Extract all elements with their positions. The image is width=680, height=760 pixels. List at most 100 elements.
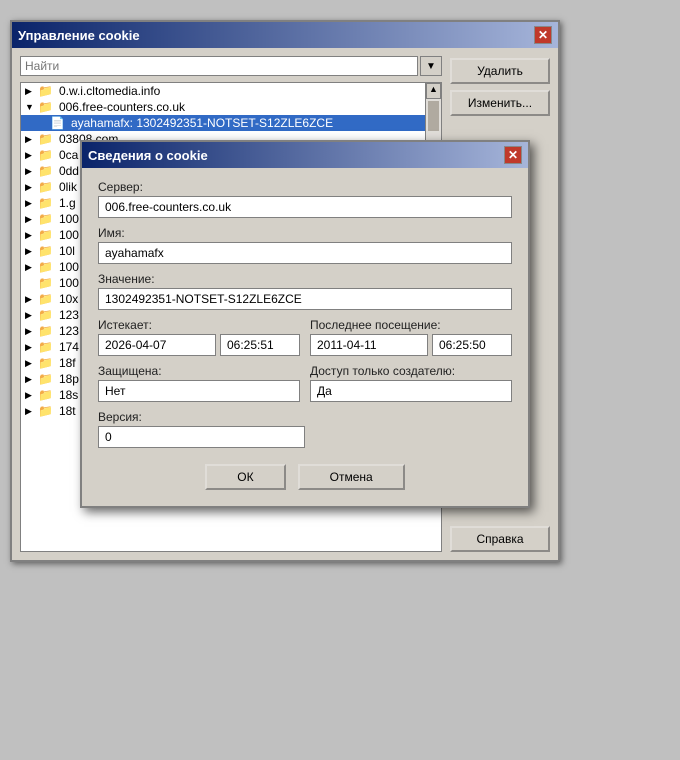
tree-arrow-icon: ▶ <box>25 390 35 401</box>
last-visit-inputs <box>310 334 512 356</box>
folder-icon: 📁 <box>38 180 53 194</box>
tree-item-label: 100 <box>59 276 79 290</box>
dialog-buttons: ОК Отмена <box>98 464 512 490</box>
tree-arrow-icon: ▶ <box>25 134 35 145</box>
folder-icon: 📁 <box>38 100 53 114</box>
change-button[interactable]: Изменить... <box>450 90 550 116</box>
name-input[interactable] <box>98 242 512 264</box>
version-group: Версия: <box>98 410 305 448</box>
dates-row: Истекает: Последнее посещение: <box>98 318 512 356</box>
tree-arrow-icon: ▶ <box>25 214 35 225</box>
folder-icon: 📁 <box>38 292 53 306</box>
tree-arrow-icon: ▶ <box>25 86 35 97</box>
server-input[interactable] <box>98 196 512 218</box>
tree-arrow-icon: ▶ <box>25 166 35 177</box>
last-visit-group: Последнее посещение: <box>310 318 512 356</box>
last-visit-date-input[interactable] <box>310 334 428 356</box>
cookie-title-bar: Сведения о cookie ✕ <box>82 142 528 168</box>
main-close-button[interactable]: ✕ <box>534 26 552 44</box>
tree-arrow-icon: ▶ <box>25 246 35 257</box>
version-input[interactable] <box>98 426 305 448</box>
secure-row: Защищена: Доступ только создателю: <box>98 364 512 402</box>
server-field-group: Сервер: <box>98 180 512 218</box>
search-bar: ▼ <box>20 56 442 76</box>
tree-item-label: 18p <box>59 372 79 386</box>
tree-item-label: 18t <box>59 404 76 418</box>
tree-item[interactable]: 📄 ayahamafx: 1302492351-NOTSET-S12ZLE6ZCE <box>21 115 425 131</box>
tree-item[interactable]: ▶📁 0.w.i.cltomedia.info <box>21 83 425 99</box>
tree-item-label: 100 <box>59 260 79 274</box>
delete-button[interactable]: Удалить <box>450 58 550 84</box>
cancel-button[interactable]: Отмена <box>298 464 405 490</box>
search-dropdown-button[interactable]: ▼ <box>420 56 442 76</box>
tree-arrow-icon: ▶ <box>25 294 35 305</box>
scroll-thumb[interactable] <box>428 101 439 131</box>
folder-icon: 📁 <box>38 372 53 386</box>
tree-arrow-icon: ▶ <box>25 262 35 273</box>
tree-item-label: 0.w.i.cltomedia.info <box>59 84 160 98</box>
tree-arrow-icon: ▶ <box>25 230 35 241</box>
folder-icon: 📁 <box>38 276 53 290</box>
folder-icon: 📁 <box>38 244 53 258</box>
tree-arrow-icon: ▶ <box>25 182 35 193</box>
main-dialog-title: Управление cookie <box>18 28 140 43</box>
main-title-bar: Управление cookie ✕ <box>12 22 558 48</box>
tree-item-label: 1.g <box>59 196 76 210</box>
tree-item-label: 10x <box>59 292 78 306</box>
tree-item-label: 0ca <box>59 148 78 162</box>
tree-item-label: 0dd <box>59 164 79 178</box>
tree-item-label: 18s <box>59 388 78 402</box>
tree-item-label: 123 <box>59 324 79 338</box>
folder-icon: 📁 <box>38 148 53 162</box>
value-label: Значение: <box>98 272 512 286</box>
secure-input[interactable] <box>98 380 300 402</box>
name-field-group: Имя: <box>98 226 512 264</box>
tree-item-label: 123 <box>59 308 79 322</box>
creator-only-label: Доступ только создателю: <box>310 364 512 378</box>
tree-item-label: 174 <box>59 340 79 354</box>
folder-icon: 📁 <box>38 196 53 210</box>
folder-icon: 📁 <box>38 308 53 322</box>
secure-group: Защищена: <box>98 364 300 402</box>
tree-item-label: 18f <box>59 356 76 370</box>
tree-item-label: 006.free-counters.co.uk <box>59 100 185 114</box>
secure-label: Защищена: <box>98 364 300 378</box>
last-visit-time-input[interactable] <box>432 334 512 356</box>
value-input[interactable] <box>98 288 512 310</box>
tree-arrow-icon: ▶ <box>25 150 35 161</box>
folder-icon: 📁 <box>38 260 53 274</box>
folder-icon: 📁 <box>38 164 53 178</box>
folder-icon: 📁 <box>38 84 53 98</box>
tree-item[interactable]: ▼📁 006.free-counters.co.uk <box>21 99 425 115</box>
expires-date-input[interactable] <box>98 334 216 356</box>
folder-icon: 📁 <box>38 228 53 242</box>
tree-item-label: ayahamafx: 1302492351-NOTSET-S12ZLE6ZCE <box>71 116 333 130</box>
cookie-dialog-title: Сведения о cookie <box>88 148 208 163</box>
scroll-up-button[interactable]: ▲ <box>426 83 441 99</box>
cookie-dialog-content: Сервер: Имя: Значение: Истекает: Последн… <box>82 168 528 506</box>
tree-item-label: 100 <box>59 212 79 226</box>
cookie-close-button[interactable]: ✕ <box>504 146 522 164</box>
cookie-info-dialog: Сведения о cookie ✕ Сервер: Имя: Значени… <box>80 140 530 508</box>
ok-button[interactable]: ОК <box>205 464 285 490</box>
tree-arrow-icon: ▶ <box>25 358 35 369</box>
expires-inputs <box>98 334 300 356</box>
tree-arrow-icon: ▶ <box>25 374 35 385</box>
tree-arrow-icon: ▼ <box>25 102 35 112</box>
tree-arrow-icon: ▶ <box>25 310 35 321</box>
tree-item-label: 100 <box>59 228 79 242</box>
tree-arrow-icon: ▶ <box>25 342 35 353</box>
folder-icon: 📁 <box>38 212 53 226</box>
help-button[interactable]: Справка <box>450 526 550 552</box>
tree-arrow-icon: ▶ <box>25 406 35 417</box>
server-label: Сервер: <box>98 180 512 194</box>
search-input[interactable] <box>20 56 418 76</box>
folder-icon: 📁 <box>38 356 53 370</box>
folder-icon: 📄 <box>50 116 65 130</box>
folder-icon: 📁 <box>38 132 53 146</box>
expires-time-input[interactable] <box>220 334 300 356</box>
tree-item-label: 0lik <box>59 180 77 194</box>
name-label: Имя: <box>98 226 512 240</box>
creator-only-input[interactable] <box>310 380 512 402</box>
tree-item-label: 10l <box>59 244 75 258</box>
